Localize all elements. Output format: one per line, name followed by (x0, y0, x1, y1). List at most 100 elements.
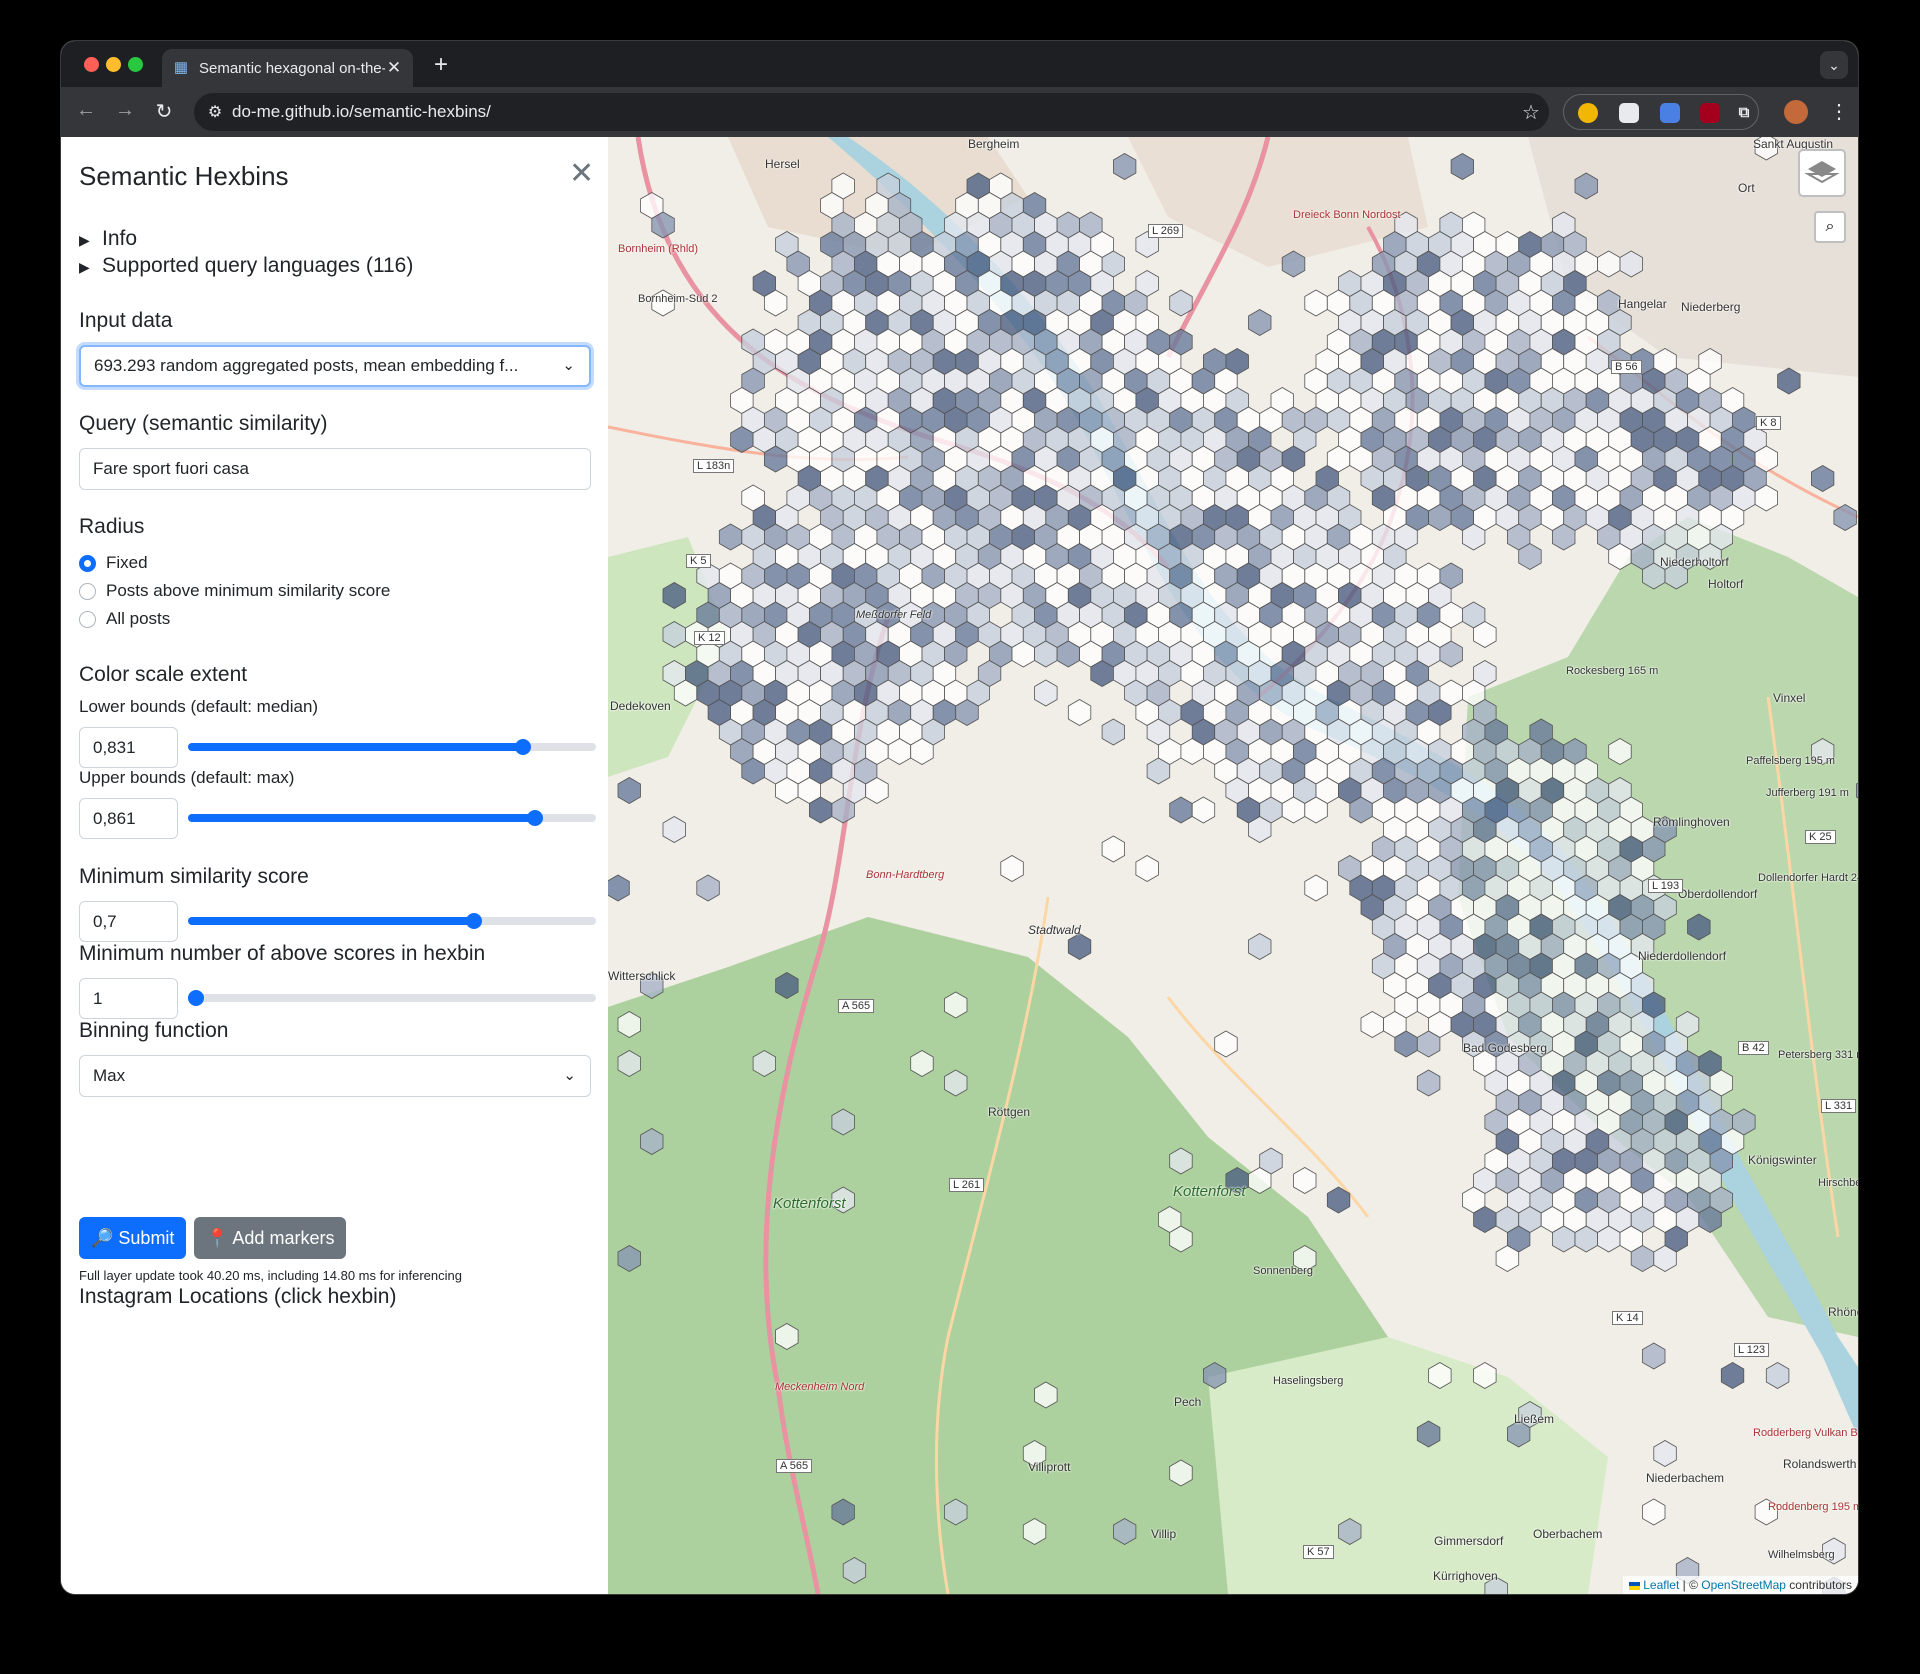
place-label: Oberbachem (1533, 1527, 1603, 1541)
ukraine-flag-icon (1629, 1581, 1641, 1590)
slider-thumb[interactable] (188, 990, 204, 1006)
hexbin[interactable] (718, 523, 743, 551)
query-input[interactable]: Fare sport fuori casa (79, 448, 591, 490)
peak-label: Jufferberg 191 m (1766, 787, 1849, 799)
hexbin[interactable] (1293, 1167, 1317, 1194)
map-search-icon[interactable]: ⌕ (1814, 211, 1846, 243)
binning-select[interactable]: Max ⌄ (79, 1055, 591, 1097)
hexbin[interactable] (696, 874, 720, 902)
url-text[interactable]: do-me.github.io/semantic-hexbins/ (232, 102, 1513, 122)
radio-label: Posts above minimum similarity score (106, 581, 391, 600)
place-label: Niederberg (1681, 300, 1741, 314)
hexbin[interactable] (1248, 933, 1272, 960)
hexbin[interactable] (1811, 465, 1835, 492)
profile-avatar[interactable] (1784, 100, 1808, 124)
translate-extension-icon[interactable] (1660, 103, 1680, 123)
slider-thumb[interactable] (514, 739, 531, 755)
languages-summary[interactable]: ▶ Supported query languages (116) (79, 254, 413, 278)
radio-button[interactable] (79, 582, 96, 600)
bookmark-star-icon[interactable]: ☆ (1513, 100, 1549, 125)
hexbin[interactable] (1642, 1498, 1666, 1526)
extension-1-icon[interactable] (1578, 103, 1598, 123)
tab-search-chevron-icon[interactable]: ⌄ (1820, 51, 1848, 79)
hexbin[interactable] (1067, 699, 1092, 726)
layers-control[interactable] (1798, 149, 1846, 197)
lower-bounds-input[interactable]: 0,831 (79, 727, 178, 768)
upper-bounds-input[interactable]: 0,861 (79, 798, 178, 839)
radius-option-all[interactable]: All posts (79, 609, 170, 629)
info-summary[interactable]: ▶ Info (79, 227, 137, 251)
hexbin[interactable] (1034, 679, 1058, 707)
lower-bounds-slider[interactable] (188, 739, 596, 755)
input-data-label: Input data (79, 309, 173, 332)
hexbin[interactable] (1765, 1362, 1790, 1389)
place-label: Hersel (765, 157, 800, 171)
osm-link[interactable]: OpenStreetMap (1701, 1578, 1786, 1592)
tab-close-icon[interactable]: ✕ (385, 58, 403, 78)
hexbin[interactable] (1304, 289, 1328, 317)
min-count-slider[interactable] (188, 990, 596, 1006)
hexbin[interactable] (1416, 1069, 1441, 1097)
site-info-icon[interactable]: ⚙ (198, 102, 232, 122)
map-view[interactable]: Bergheim Sankt Augustin Hersel Ort Hange… (608, 137, 1858, 1594)
place-label: Gimmersdorf (1434, 1534, 1504, 1548)
leaflet-link[interactable]: Leaflet (1643, 1578, 1679, 1592)
min-similarity-input[interactable]: 0,7 (79, 901, 178, 942)
place-label: Kürrighoven (1433, 1569, 1498, 1583)
place-label: Niederbachem (1646, 1471, 1725, 1485)
hexbin[interactable] (1214, 1030, 1238, 1058)
new-tab-icon[interactable]: + (427, 51, 455, 79)
hexbin[interactable] (1777, 367, 1801, 395)
place-label: Holtorf (1708, 577, 1744, 591)
radius-option-fixed[interactable]: Fixed (79, 553, 148, 573)
hexbin[interactable] (608, 874, 630, 902)
hexbin[interactable] (1000, 855, 1024, 882)
hexbin[interactable] (1450, 153, 1474, 180)
radio-button[interactable] (79, 610, 96, 628)
radius-option-above-min[interactable]: Posts above minimum similarity score (79, 581, 390, 601)
hexbin[interactable] (1112, 153, 1137, 180)
place-label: Hangelar (1618, 297, 1667, 311)
upper-bounds-slider[interactable] (188, 810, 596, 826)
back-icon[interactable]: ← (73, 99, 99, 122)
min-similarity-slider[interactable] (188, 913, 596, 929)
submit-button[interactable]: 🔎 Submit (79, 1217, 187, 1259)
hexbin[interactable] (1360, 1011, 1384, 1038)
close-window-button[interactable] (84, 57, 99, 72)
hexbin[interactable] (1304, 874, 1328, 902)
min-count-input[interactable]: 1 (79, 978, 178, 1019)
hexbin[interactable] (1191, 796, 1216, 824)
minimize-window-button[interactable] (106, 57, 121, 72)
maximize-window-button[interactable] (128, 57, 143, 72)
browser-tab[interactable]: ▦ Semantic hexagonal on-the-fl ✕ (162, 49, 413, 87)
forest-label: Kottenforst (1173, 1183, 1246, 1200)
chevron-down-icon: ⌄ (562, 357, 575, 374)
menu-kebab-icon[interactable]: ⋮ (1829, 99, 1849, 124)
hexbin[interactable] (1248, 309, 1272, 336)
radio-label: All posts (106, 609, 171, 628)
road-label: L 193 (1648, 879, 1684, 893)
ublock-extension-icon[interactable] (1700, 103, 1720, 123)
forward-icon[interactable]: → (112, 99, 138, 122)
add-markers-button[interactable]: 📍 Add markers (194, 1217, 347, 1259)
hexbin[interactable] (1135, 855, 1159, 882)
hexbin[interactable] (1653, 1440, 1677, 1467)
reload-icon[interactable]: ↻ (151, 99, 177, 124)
hexbin[interactable] (662, 816, 686, 843)
extensions-icon[interactable]: ⧉ (1734, 103, 1754, 123)
radio-button[interactable] (79, 554, 96, 572)
hexbin[interactable] (1169, 796, 1193, 824)
address-bar[interactable]: ⚙ do-me.github.io/semantic-hexbins/ ☆ (194, 93, 1549, 131)
hexbin[interactable] (1101, 718, 1125, 746)
input-data-select[interactable]: 693.293 random aggregated posts, mean em… (79, 345, 591, 387)
hexbin[interactable] (1067, 933, 1092, 960)
hexbin[interactable] (1101, 835, 1125, 863)
slider-thumb[interactable] (465, 913, 482, 929)
hexbin[interactable] (617, 777, 641, 804)
road-label: K 25 (1805, 830, 1836, 844)
close-icon[interactable]: ✕ (569, 159, 594, 189)
hexbin[interactable] (1720, 1362, 1745, 1389)
extension-2-icon[interactable] (1619, 103, 1639, 123)
slider-thumb[interactable] (526, 810, 543, 826)
hexbin[interactable] (1642, 1342, 1666, 1370)
